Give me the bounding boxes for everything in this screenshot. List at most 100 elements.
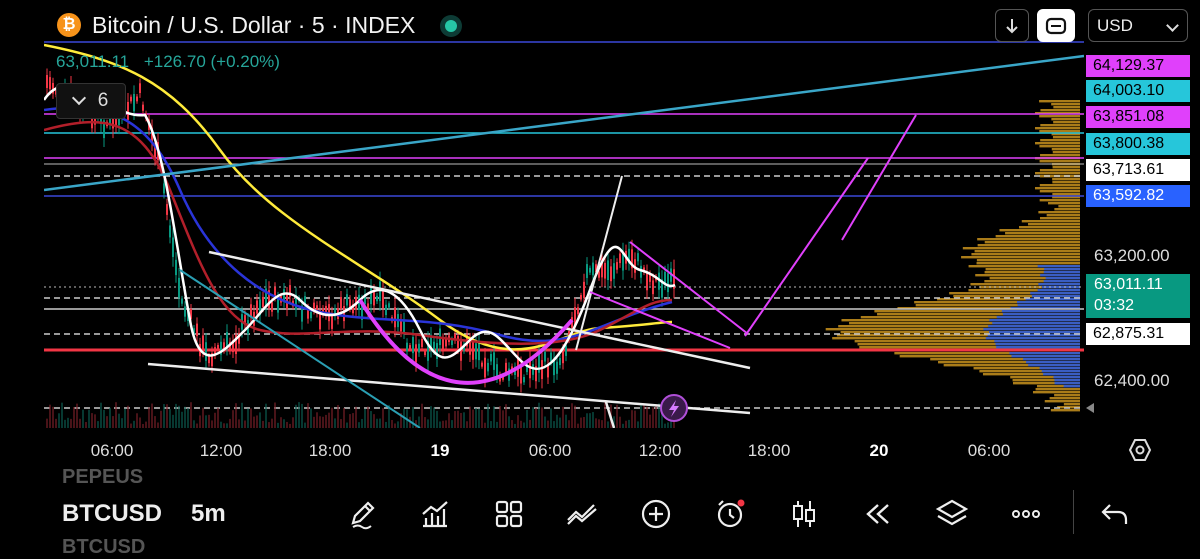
volume-column <box>583 417 585 428</box>
volume-column <box>70 418 72 428</box>
candle-body <box>592 262 594 276</box>
indicators-icon[interactable] <box>417 496 453 532</box>
candle-body <box>610 266 612 282</box>
volume-column <box>463 412 465 428</box>
volume-bar <box>1048 202 1080 205</box>
volume-column <box>421 403 423 428</box>
volume-bar <box>1028 223 1080 226</box>
volume-column <box>238 419 240 428</box>
volume-column <box>232 410 234 428</box>
candle-body <box>184 306 186 317</box>
symbol-button[interactable]: BTCUSD <box>62 500 162 528</box>
volume-column <box>64 419 66 428</box>
current-price: 63,011.11 <box>1094 276 1163 293</box>
volume-column <box>604 402 606 428</box>
compare-icon[interactable] <box>564 496 600 532</box>
volume-bar <box>976 262 1080 265</box>
volume-column <box>655 404 657 428</box>
volume-column <box>160 410 162 428</box>
volume-column <box>640 404 642 428</box>
volume-bar <box>1054 208 1080 211</box>
fullscreen-icon <box>1045 17 1067 34</box>
indicators-toggle-button[interactable]: 6 <box>56 83 126 119</box>
interval-button[interactable]: 5m <box>191 500 226 528</box>
candle-body <box>478 342 480 361</box>
alert-icon[interactable] <box>712 496 748 532</box>
previous-symbol[interactable]: PEPEUS <box>62 466 143 489</box>
candle-body <box>139 83 141 93</box>
more-icon[interactable] <box>1008 496 1044 532</box>
next-symbol[interactable]: BTCUSD <box>62 536 145 559</box>
layers-icon[interactable] <box>934 496 970 532</box>
candle-body <box>136 96 138 102</box>
volume-column <box>157 422 159 428</box>
candle-body <box>460 341 462 361</box>
templates-icon[interactable] <box>491 496 527 532</box>
price-axis-label: 62,400.00 <box>1094 371 1170 390</box>
volume-column <box>634 410 636 428</box>
volume-column <box>571 403 573 428</box>
candle-body <box>388 303 390 308</box>
candle-body <box>424 351 426 356</box>
candle-body <box>142 104 144 111</box>
candle-body <box>343 305 345 322</box>
candle-body <box>442 338 444 350</box>
candle-style-icon[interactable] <box>786 496 822 532</box>
candle-body <box>208 356 210 364</box>
volume-column <box>277 422 279 428</box>
volume-column <box>514 423 516 428</box>
volume-bar-value-area <box>1044 268 1080 271</box>
volume-bar <box>1035 388 1080 391</box>
volume-column <box>181 411 183 428</box>
volume-bar <box>1050 409 1080 412</box>
volume-column <box>553 421 555 428</box>
volume-column <box>487 403 489 428</box>
volume-column <box>619 416 621 428</box>
symbol-title[interactable]: Bitcoin / U.S. Dollar · 5 · INDEX <box>92 12 415 39</box>
candle-body <box>271 302 273 312</box>
volume-bar <box>1058 205 1080 208</box>
volume-column <box>505 404 507 428</box>
current-price-label: 63,011.11 03:32 <box>1086 274 1190 318</box>
volume-column <box>199 415 201 428</box>
volume-bar <box>1005 232 1080 235</box>
drawings <box>44 54 1084 428</box>
replay-icon[interactable] <box>860 496 896 532</box>
volume-column <box>529 419 531 428</box>
volume-bar-value-area <box>1041 370 1080 373</box>
volume-column <box>379 418 381 428</box>
volume-column <box>520 420 522 428</box>
volume-bar-value-area <box>985 337 1080 340</box>
volume-column <box>76 403 78 428</box>
candle-body <box>559 358 561 365</box>
fullscreen-button[interactable] <box>1037 9 1075 42</box>
candle-body <box>616 262 618 270</box>
undo-icon[interactable] <box>1096 496 1132 532</box>
volume-column <box>490 421 492 428</box>
pencil-icon[interactable] <box>344 496 380 532</box>
down-arrow-button[interactable] <box>995 9 1029 42</box>
volume-column <box>547 420 549 428</box>
currency-label: USD <box>1097 15 1133 35</box>
market-status-icon[interactable] <box>440 15 462 37</box>
volume-column <box>586 413 588 428</box>
chart-settings-icon[interactable] <box>1128 438 1152 462</box>
volume-column <box>484 422 486 428</box>
candle-body <box>457 335 459 348</box>
bitcoin-logo-icon: ₿ <box>57 13 81 37</box>
volume-column <box>478 408 480 428</box>
plus-icon[interactable] <box>638 496 674 532</box>
volume-bar-value-area <box>1043 373 1080 376</box>
volume-column <box>580 417 582 428</box>
volume-column <box>601 420 603 428</box>
candle-body <box>646 273 648 291</box>
candle-body <box>565 345 567 356</box>
candle-body <box>505 362 507 372</box>
volume-column <box>364 408 366 428</box>
volume-column <box>589 413 591 428</box>
volume-bar <box>1040 124 1080 127</box>
volume-column <box>109 407 111 428</box>
candle-body <box>577 307 579 315</box>
currency-select[interactable]: USD <box>1088 9 1188 42</box>
volume-column <box>439 421 441 428</box>
